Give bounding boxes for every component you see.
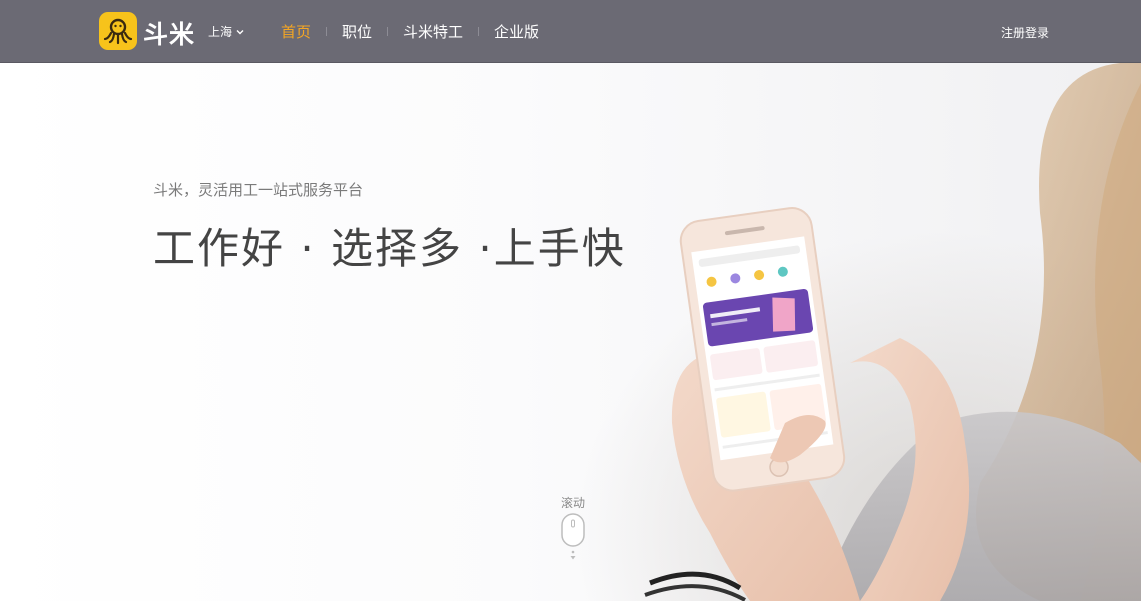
hero-banner: 斗米，灵活用工一站式服务平台 工作好 · 选择多 ·上手快 滚动 [0, 63, 1141, 601]
main-nav: 首页 职位 斗米特工 企业版 [281, 0, 539, 62]
nav-jobs[interactable]: 职位 [342, 21, 372, 42]
scroll-hint-label: 滚动 [561, 496, 586, 510]
nav-agent[interactable]: 斗米特工 [403, 21, 463, 42]
octopus-logo-icon[interactable] [99, 12, 137, 50]
nav-enterprise[interactable]: 企业版 [494, 21, 539, 42]
chevron-down-icon [236, 29, 244, 34]
city-label: 上海 [208, 25, 233, 39]
nav-home[interactable]: 首页 [281, 21, 311, 42]
nav-divider [387, 26, 389, 36]
hero-headline: 工作好 · 选择多 ·上手快 [153, 224, 626, 273]
hero-phone-illustration [644, 63, 1141, 601]
brand-name[interactable]: 斗米 [143, 15, 195, 51]
hero-subtitle: 斗米，灵活用工一站式服务平台 [153, 181, 364, 199]
city-selector[interactable]: 上海 [208, 23, 245, 40]
register-login-link[interactable]: 注册登录 [1001, 24, 1049, 41]
mouse-scroll-icon[interactable] [560, 512, 586, 564]
nav-divider [478, 26, 480, 36]
nav-divider [326, 26, 328, 36]
top-navbar: 斗米 上海 首页 职位 斗米特工 企业版 注册登录 [0, 0, 1141, 63]
